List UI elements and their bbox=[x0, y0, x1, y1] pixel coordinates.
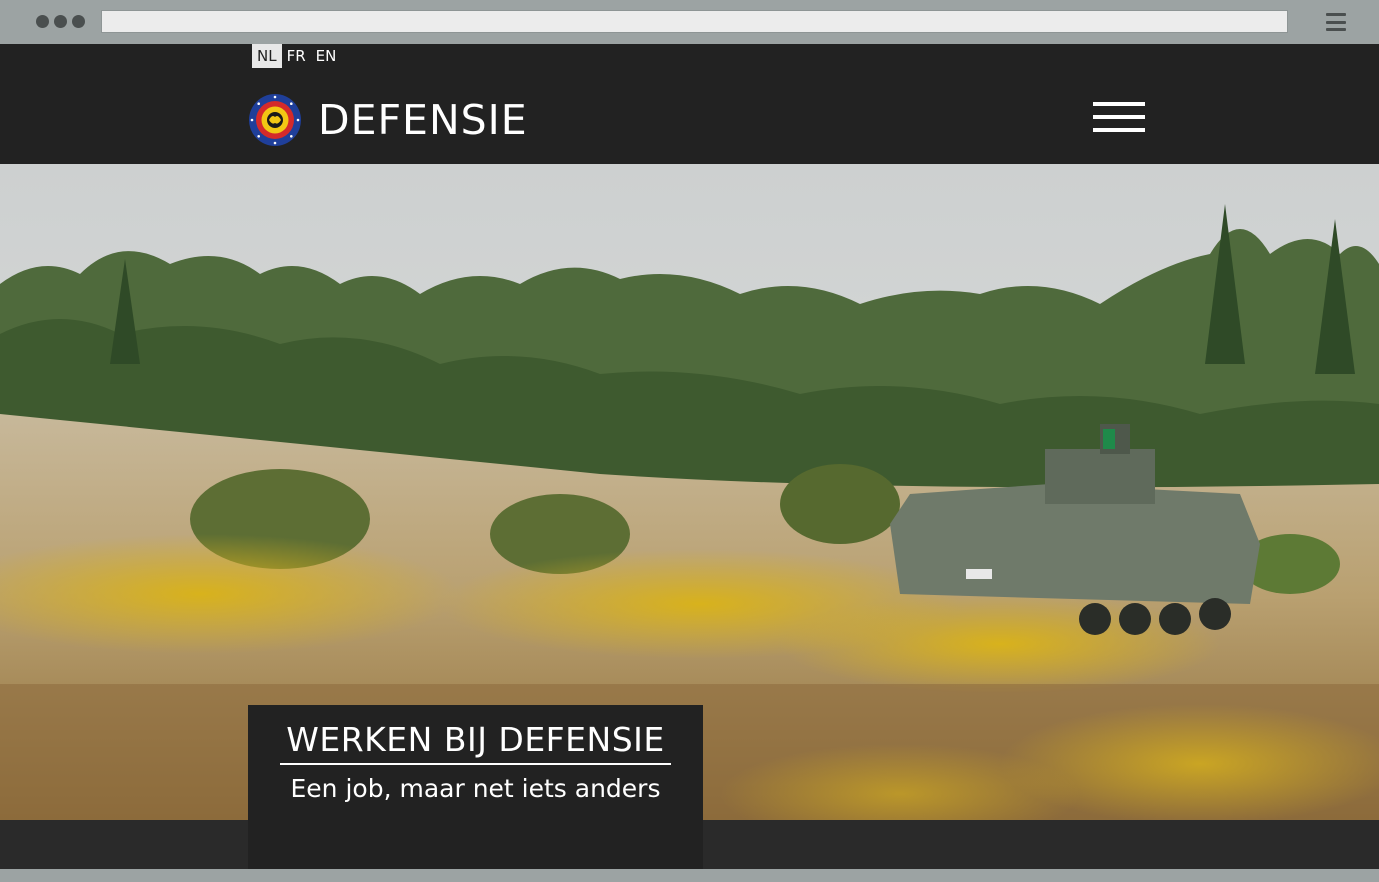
caption-divider bbox=[280, 763, 671, 765]
hero-caption: WERKEN BIJ DEFENSIE Een job, maar net ie… bbox=[248, 705, 703, 869]
browser-menu-icon[interactable] bbox=[1326, 13, 1346, 31]
lang-nl[interactable]: NL bbox=[252, 44, 282, 68]
site-brand[interactable]: DEFENSIE bbox=[318, 95, 528, 145]
address-bar[interactable] bbox=[101, 10, 1288, 33]
hero-title: WERKEN BIJ DEFENSIE bbox=[286, 720, 665, 759]
hamburger-menu-icon[interactable] bbox=[1093, 102, 1145, 132]
site-header: NL FR EN DEFENSIE bbox=[0, 44, 1379, 164]
browser-chrome bbox=[0, 0, 1379, 44]
lang-fr[interactable]: FR bbox=[282, 44, 311, 68]
belgian-defence-seal-icon[interactable] bbox=[248, 93, 302, 147]
language-switcher: NL FR EN bbox=[252, 44, 341, 68]
window-dot[interactable] bbox=[72, 15, 85, 28]
window-dot[interactable] bbox=[36, 15, 49, 28]
hero-subtitle: Een job, maar net iets anders bbox=[290, 774, 661, 803]
bottom-strip bbox=[0, 869, 1379, 882]
window-dot[interactable] bbox=[54, 15, 67, 28]
lang-en[interactable]: EN bbox=[311, 44, 342, 68]
window-controls bbox=[36, 15, 85, 28]
